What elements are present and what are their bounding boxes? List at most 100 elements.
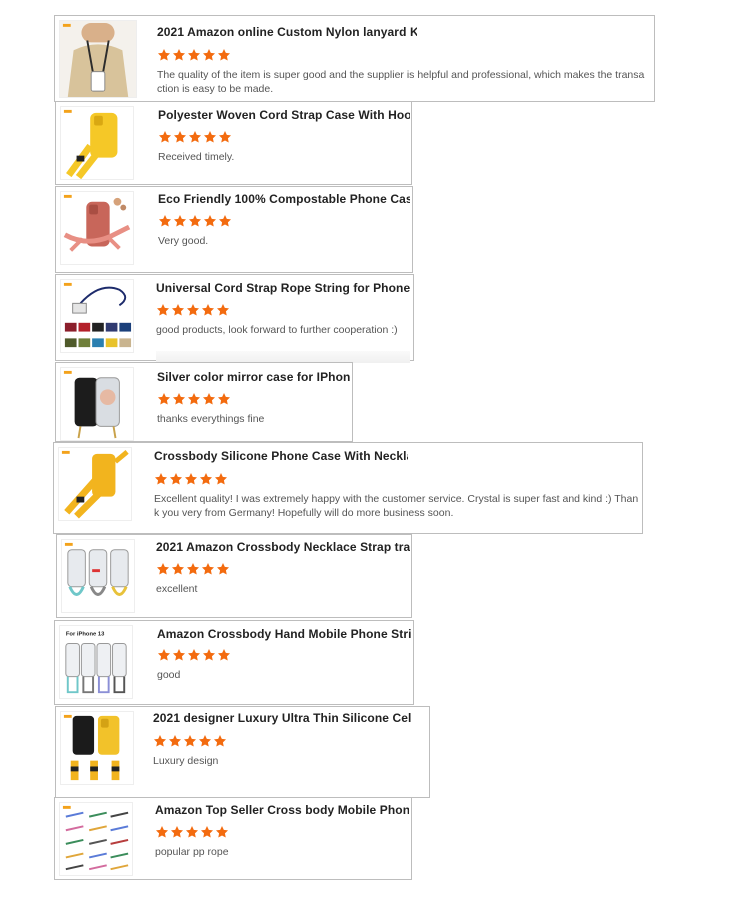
product-title[interactable]: Amazon Crossbody Hand Mobile Phone Strin… (157, 627, 411, 641)
star-icon (201, 303, 215, 317)
black-yellow-cases-thumbnail[interactable] (60, 711, 134, 785)
review-text: The quality of the item is super good an… (157, 69, 645, 95)
star-icon (188, 130, 202, 144)
iphone13-cases-thumbnail[interactable]: For iPhone 13 (59, 625, 133, 699)
lanyard-person-thumbnail[interactable] (59, 20, 137, 98)
review-card[interactable]: Silver color mirror case for IPhone than… (55, 362, 353, 442)
star-icon (158, 214, 172, 228)
star-icon (184, 472, 198, 486)
product-title[interactable]: Universal Cord Strap Rope String for Pho… (156, 281, 410, 295)
review-card[interactable]: 2021 designer Luxury Ultra Thin Silicone… (55, 706, 430, 798)
star-icon (157, 48, 171, 62)
review-card[interactable]: Polyester Woven Cord Strap Case With Hoo… (55, 101, 412, 185)
star-icon (185, 825, 199, 839)
review-text: Excellent quality! I was extremely happy… (154, 493, 639, 519)
star-icon (186, 562, 200, 576)
pink-case-strap-thumbnail[interactable] (60, 191, 134, 265)
star-icon (171, 303, 185, 317)
star-icon (173, 214, 187, 228)
star-icon (202, 648, 216, 662)
star-icon (199, 472, 213, 486)
star-icon (188, 214, 202, 228)
star-icon (202, 392, 216, 406)
review-text: Luxury design (153, 755, 219, 767)
rating-stars (155, 825, 229, 839)
rating-stars (153, 734, 227, 748)
review-card[interactable]: Crossbody Silicone Phone Case With Neckl… (53, 442, 643, 534)
review-text: Very good. (158, 235, 209, 247)
star-icon (216, 303, 230, 317)
star-icon (216, 562, 230, 576)
cord-strap-colors-thumbnail[interactable] (60, 279, 134, 353)
star-icon (203, 214, 217, 228)
review-card[interactable]: Amazon Top Seller Cross body Mobile Phon… (54, 797, 412, 880)
star-icon (157, 648, 171, 662)
clear-cases-thumbnail[interactable] (61, 539, 135, 613)
rating-stars (157, 48, 231, 62)
product-title[interactable]: Polyester Woven Cord Strap Case With Hoo… (158, 108, 410, 122)
star-icon (157, 392, 171, 406)
star-icon (169, 472, 183, 486)
review-card[interactable]: 2021 Amazon Crossbody Necklace Strap tra… (56, 534, 412, 618)
review-card[interactable]: For iPhone 13 Amazon Crossbody Hand Mobi… (54, 620, 414, 705)
star-icon (153, 734, 167, 748)
star-icon (186, 303, 200, 317)
rating-stars (156, 303, 230, 317)
star-icon (200, 825, 214, 839)
star-icon (201, 562, 215, 576)
star-icon (168, 734, 182, 748)
rating-stars (154, 472, 228, 486)
review-card[interactable]: Eco Friendly 100% Compostable Phone Case… (55, 186, 413, 273)
review-text: thanks everythings fine (157, 413, 265, 425)
star-icon (171, 562, 185, 576)
product-title[interactable]: Eco Friendly 100% Compostable Phone Case… (158, 192, 410, 206)
star-icon (202, 48, 216, 62)
review-text: excellent (156, 583, 198, 595)
review-text: good (157, 669, 181, 681)
product-title[interactable]: 2021 Amazon Crossbody Necklace Strap tra… (156, 540, 410, 554)
star-icon (173, 130, 187, 144)
rating-stars (157, 392, 231, 406)
rating-stars (156, 562, 230, 576)
rating-stars (158, 130, 232, 144)
star-icon (187, 392, 201, 406)
product-title[interactable]: Silver color mirror case for IPhone (157, 370, 351, 384)
star-icon (217, 392, 231, 406)
star-icon (217, 48, 231, 62)
star-icon (187, 48, 201, 62)
star-icon (172, 648, 186, 662)
product-title[interactable]: Crossbody Silicone Phone Case With Neckl… (154, 449, 408, 463)
star-icon (158, 130, 172, 144)
star-icon (215, 825, 229, 839)
thumbnail-caption: For iPhone 13 (66, 632, 105, 638)
star-icon (198, 734, 212, 748)
rating-stars (158, 214, 232, 228)
star-icon (156, 562, 170, 576)
review-card[interactable]: Universal Cord Strap Rope String for Pho… (55, 274, 414, 363)
star-icon (156, 303, 170, 317)
rope-patterns-thumbnail[interactable] (59, 802, 133, 876)
yellow-case-strap-thumbnail[interactable] (60, 106, 134, 180)
mirror-case-thumbnail[interactable] (60, 367, 134, 441)
product-title[interactable]: 2021 designer Luxury Ultra Thin Silicone… (153, 711, 411, 725)
star-icon (183, 734, 197, 748)
star-icon (213, 734, 227, 748)
review-card[interactable]: 2021 Amazon online Custom Nylon lanyard … (54, 15, 655, 102)
star-icon (172, 48, 186, 62)
star-icon (155, 825, 169, 839)
star-icon (218, 214, 232, 228)
review-text: popular pp rope (155, 846, 229, 858)
star-icon (218, 130, 232, 144)
rating-stars (157, 648, 231, 662)
review-text: good products, look forward to further c… (156, 324, 398, 336)
review-text: Received timely. (158, 151, 235, 163)
star-icon (172, 392, 186, 406)
product-title[interactable]: Amazon Top Seller Cross body Mobile Phon… (155, 803, 409, 817)
star-icon (154, 472, 168, 486)
product-title[interactable]: 2021 Amazon online Custom Nylon lanyard … (157, 25, 417, 39)
yellow-crossbody-thumbnail[interactable] (58, 447, 132, 521)
star-icon (214, 472, 228, 486)
star-icon (187, 648, 201, 662)
star-icon (203, 130, 217, 144)
star-icon (217, 648, 231, 662)
